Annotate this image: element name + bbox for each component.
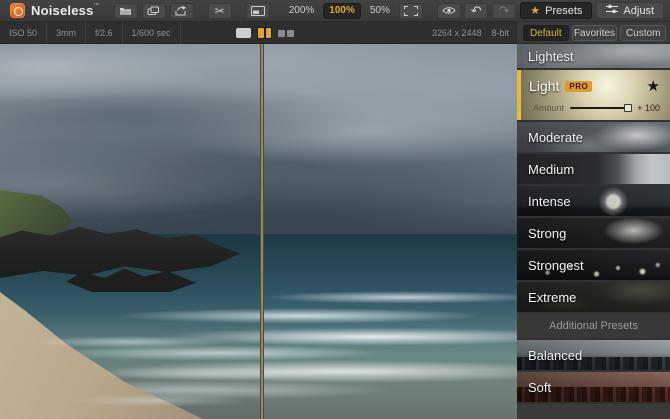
image-dimensions: 3264 x 2448 <box>432 28 482 38</box>
folder-open-icon <box>119 6 132 16</box>
amount-value: + 100 <box>637 103 660 113</box>
pro-badge: PRO <box>565 81 592 92</box>
app-window: Noiseless™ ✂ 200% 100% 50% <box>0 0 670 419</box>
share-export-icon <box>175 5 188 16</box>
preset-intense[interactable]: Intense <box>517 186 670 216</box>
preset-moderate[interactable]: Moderate <box>517 122 670 152</box>
navigator-icon <box>251 6 265 16</box>
preset-lightest[interactable]: Lightest <box>517 44 670 68</box>
fit-screen-button[interactable] <box>399 3 423 19</box>
preset-medium[interactable]: Medium <box>517 154 670 184</box>
single-view-icon[interactable] <box>236 28 251 38</box>
fit-screen-icon <box>404 6 418 16</box>
additional-presets-header: Additional Presets <box>517 314 670 338</box>
app-logo-icon <box>10 3 25 18</box>
panel-empty-area <box>517 404 670 419</box>
amount-slider-handle[interactable] <box>624 104 632 112</box>
preset-soft[interactable]: Soft <box>517 372 670 402</box>
redo-icon: ↷ <box>499 4 510 17</box>
amount-slider[interactable] <box>570 107 631 109</box>
exif-iso: ISO 50 <box>0 22 47 44</box>
zoom-group: 200% 100% 50% <box>284 3 423 19</box>
preview-button[interactable] <box>437 3 461 19</box>
adjust-mode-button[interactable]: Adjust <box>596 2 664 19</box>
toolbar-right: ↶ ↷ ★ Presets Adjust <box>464 2 664 19</box>
zoom-50-button[interactable]: 50% <box>365 3 395 19</box>
compare-divider-handle[interactable] <box>260 44 264 419</box>
metadata-bar: ISO 50 3mm f/2.6 1/600 sec 3264 x 2448 8… <box>0 22 517 44</box>
navigator-group <box>246 3 270 19</box>
preview-group <box>437 3 461 19</box>
zoom-100-button[interactable]: 100% <box>323 3 361 19</box>
presets-panel: Lightest Light PRO ★ Amount + 100 Modera… <box>517 44 670 419</box>
preset-label: Medium <box>528 162 574 177</box>
split-view-icon[interactable] <box>257 27 272 39</box>
presets-star-icon: ★ <box>530 4 540 17</box>
eye-icon <box>442 6 456 15</box>
presets-mode-label: Presets <box>545 5 582 17</box>
redo-button[interactable]: ↷ <box>492 3 516 19</box>
preset-balanced[interactable]: Balanced <box>517 340 670 370</box>
sliders-icon <box>606 4 618 17</box>
preset-label: Balanced <box>528 348 582 363</box>
preset-label: Soft <box>528 380 551 395</box>
preset-label: Lightest <box>528 49 574 64</box>
before-side-overlay <box>0 44 260 419</box>
duplicate-button[interactable] <box>142 3 166 19</box>
preset-tabs: Default Favorites Custom <box>517 22 670 44</box>
preset-label: Extreme <box>528 290 576 305</box>
app-title: Noiseless™ <box>31 3 100 18</box>
crop-button[interactable]: ✂ <box>208 3 232 19</box>
trademark: ™ <box>94 3 100 9</box>
preset-label: Strong <box>528 226 566 241</box>
preset-label: Moderate <box>528 130 583 145</box>
open-file-button[interactable] <box>114 3 138 19</box>
duplicate-icon <box>147 6 160 16</box>
presets-mode-button[interactable]: ★ Presets <box>520 2 592 19</box>
top-toolbar: Noiseless™ ✂ 200% 100% 50% <box>0 0 670 22</box>
preset-label: Strongest <box>528 258 584 273</box>
crop-group: ✂ <box>208 3 232 19</box>
adjust-mode-label: Adjust <box>623 5 654 17</box>
preset-light-header: Light PRO ★ <box>529 70 670 95</box>
preset-label: Intense <box>528 194 571 209</box>
undo-button[interactable]: ↶ <box>464 3 488 19</box>
scissors-icon: ✂ <box>215 5 225 17</box>
preset-label: Light <box>529 78 559 94</box>
view-mode-switcher <box>236 22 294 44</box>
zoom-200-button[interactable]: 200% <box>284 3 320 19</box>
preset-strong[interactable]: Strong <box>517 218 670 248</box>
photo-preview[interactable] <box>0 44 517 419</box>
image-bit-depth: 8-bit <box>491 28 509 38</box>
tab-custom[interactable]: Custom <box>620 25 666 41</box>
tab-default[interactable]: Default <box>523 25 569 41</box>
preset-light-selected[interactable]: Light PRO ★ Amount + 100 <box>517 70 670 120</box>
share-button[interactable] <box>170 3 194 19</box>
exif-shutter: 1/600 sec <box>123 22 181 44</box>
image-info: 3264 x 2448 8-bit <box>432 28 517 38</box>
tab-favorites[interactable]: Favorites <box>572 25 618 41</box>
amount-control: Amount + 100 <box>529 95 670 113</box>
exif-aperture: f/2.6 <box>86 22 123 44</box>
exif-focal-length: 3mm <box>47 22 86 44</box>
preset-extreme[interactable]: Extreme <box>517 282 670 312</box>
navigator-button[interactable] <box>246 3 270 19</box>
file-button-group <box>114 3 194 19</box>
undo-icon: ↶ <box>471 4 482 17</box>
amount-label: Amount <box>533 103 564 113</box>
favorite-star-icon[interactable]: ★ <box>647 77 660 95</box>
exif-info: ISO 50 3mm f/2.6 1/600 sec <box>0 22 181 43</box>
side-by-side-view-icon[interactable] <box>278 30 294 37</box>
preset-strongest[interactable]: Strongest <box>517 250 670 280</box>
